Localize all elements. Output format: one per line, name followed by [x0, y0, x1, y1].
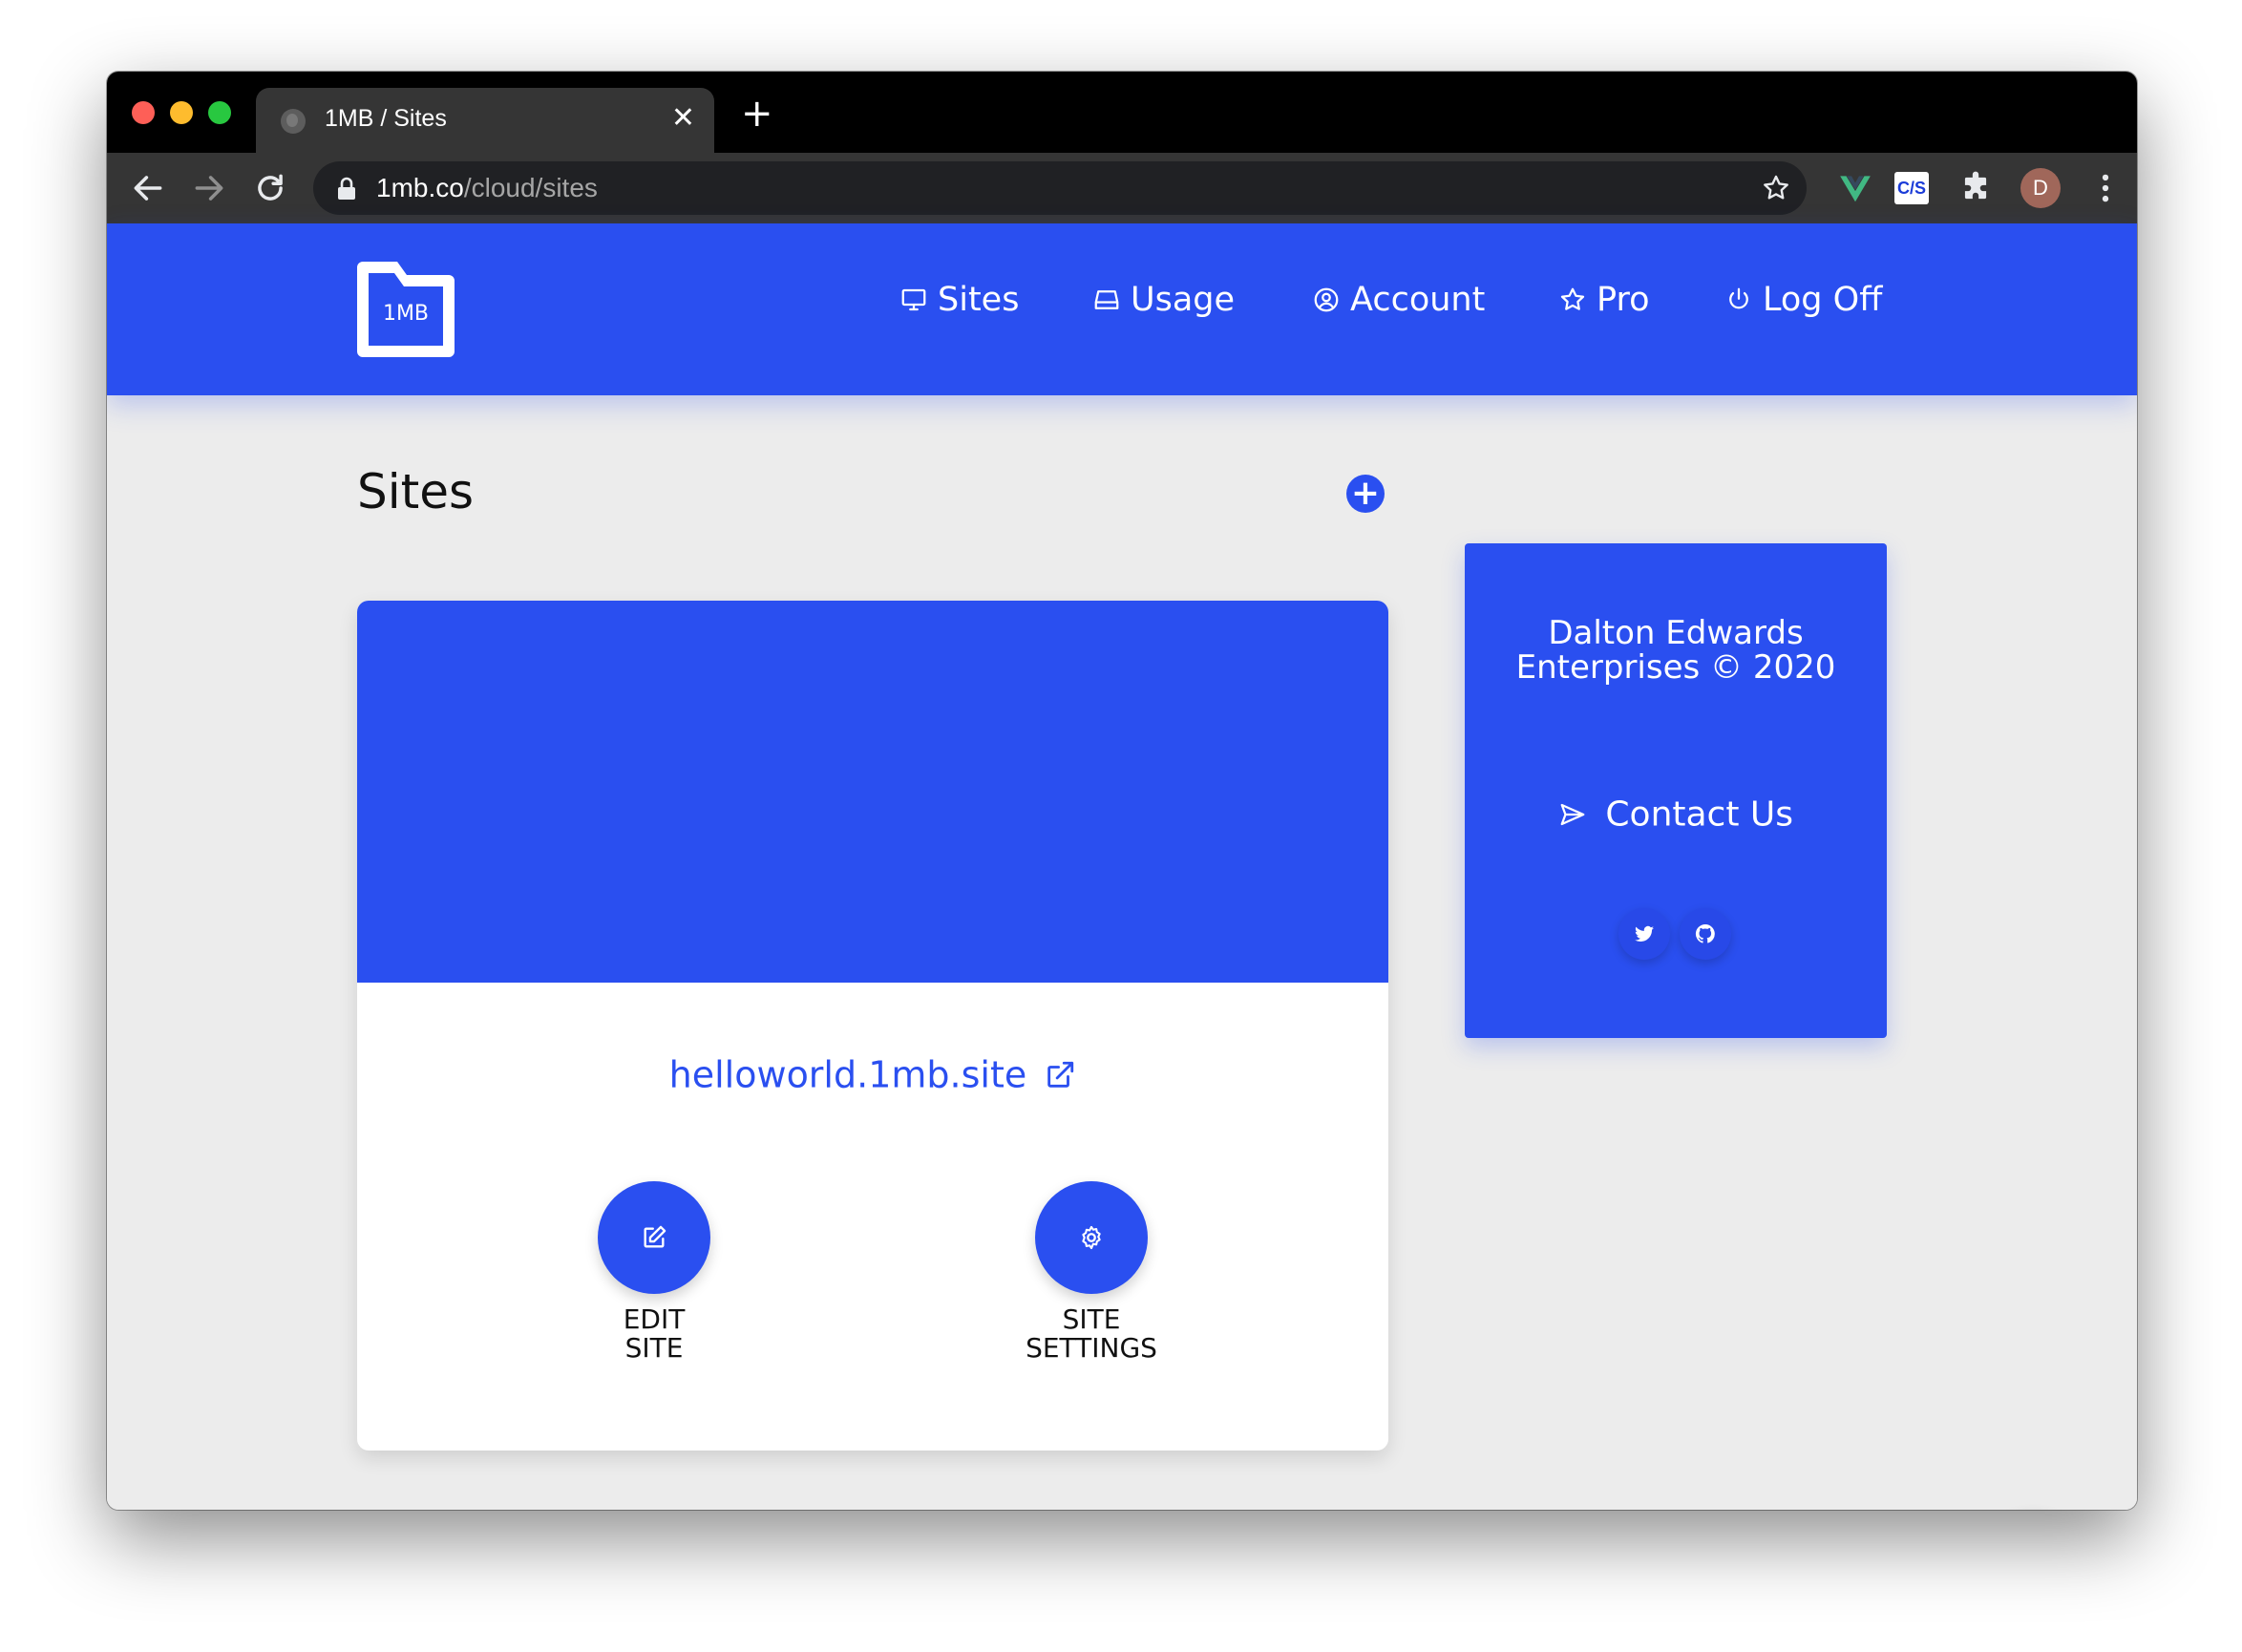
arrow-right-icon — [195, 176, 223, 201]
globe-icon — [281, 109, 306, 134]
nav-usage-label: Usage — [1131, 281, 1236, 319]
send-icon — [1560, 803, 1585, 826]
edit-site-action: EDIT SITE — [539, 1181, 769, 1363]
contact-us-link[interactable]: Contact Us — [1465, 794, 1887, 835]
profile-avatar[interactable]: D — [2020, 168, 2061, 208]
page-title: Sites — [357, 464, 475, 519]
bookmark-star-icon[interactable] — [1761, 173, 1791, 203]
forward-button[interactable] — [191, 170, 227, 206]
app-logo[interactable]: 1MB — [357, 262, 455, 357]
site-domain: helloworld.1mb.site — [668, 1053, 1027, 1096]
puzzle-extensions-icon[interactable] — [1957, 170, 1994, 206]
star-icon — [1560, 287, 1585, 310]
nav-log-off-label: Log Off — [1763, 281, 1883, 319]
logo-text: 1MB — [382, 302, 430, 326]
tab-close-button[interactable]: ✕ — [671, 101, 695, 136]
tab-title: 1MB / Sites — [325, 105, 447, 132]
browser-window: 1MB / Sites ✕ + 1mb.co/cloud/sites C/S D… — [107, 72, 2137, 1510]
twitter-icon — [1635, 925, 1654, 942]
url-text: 1mb.co/cloud/sites — [376, 173, 598, 203]
power-icon — [1729, 287, 1748, 309]
edit-site-label: EDIT SITE — [623, 1303, 686, 1364]
nav-account[interactable]: Account — [1312, 281, 1485, 319]
hard-drive-icon — [1094, 290, 1119, 309]
site-settings-action: SITE SETTINGS — [977, 1181, 1206, 1363]
edit-icon — [644, 1225, 666, 1248]
url-path: /cloud/sites — [463, 173, 598, 202]
user-circle-icon — [1314, 287, 1339, 312]
nav-account-label: Account — [1350, 281, 1486, 319]
browser-toolbar: 1mb.co/cloud/sites C/S D — [107, 153, 2137, 223]
nav-log-off[interactable]: Log Off — [1724, 281, 1882, 319]
app-navbar: 1MB Sites Usage Account Pro Log Off — [107, 223, 2137, 395]
reload-button[interactable] — [252, 170, 288, 206]
minimize-window-button[interactable] — [170, 101, 193, 124]
contact-us-label: Contact Us — [1605, 794, 1794, 835]
nav-sites-label: Sites — [938, 281, 1020, 319]
nav-sites[interactable]: Sites — [899, 281, 1019, 319]
arrow-left-icon — [134, 176, 162, 201]
gear-icon — [1082, 1225, 1101, 1250]
site-link[interactable]: helloworld.1mb.site — [357, 1051, 1388, 1096]
cjs-label: C/S — [1896, 179, 1926, 198]
nav-pro-label: Pro — [1597, 281, 1650, 319]
tab-strip: 1MB / Sites ✕ + — [107, 72, 2137, 153]
sidebar-card: Dalton Edwards Enterprises © 2020 Contac… — [1465, 543, 1887, 1038]
vue-devtools-icon[interactable] — [1837, 170, 1873, 206]
twitter-link[interactable] — [1618, 908, 1670, 960]
site-preview-banner — [357, 601, 1388, 983]
site-settings-button[interactable] — [1035, 1181, 1148, 1294]
url-host: 1mb.co — [376, 173, 464, 202]
new-tab-button[interactable]: + — [741, 95, 773, 133]
edit-site-button[interactable] — [598, 1181, 710, 1294]
close-window-button[interactable] — [132, 101, 155, 124]
maximize-window-button[interactable] — [208, 101, 231, 124]
site-settings-label: SITE SETTINGS — [1026, 1303, 1157, 1364]
address-bar[interactable]: 1mb.co/cloud/sites — [313, 161, 1807, 215]
browser-tab[interactable]: 1MB / Sites ✕ — [256, 88, 714, 153]
reload-icon — [258, 174, 283, 201]
page-content: 1MB Sites Usage Account Pro Log Off Site… — [107, 223, 2137, 1510]
kebab-menu-icon[interactable] — [2087, 170, 2124, 206]
external-link-icon — [1047, 1061, 1074, 1088]
github-link[interactable] — [1680, 908, 1731, 960]
company-copyright: Dalton Edwards Enterprises © 2020 — [1515, 614, 1836, 687]
github-icon — [1695, 923, 1715, 943]
add-site-button[interactable]: + — [1346, 475, 1385, 513]
back-button[interactable] — [130, 170, 166, 206]
nav-pro[interactable]: Pro — [1558, 281, 1650, 319]
lock-icon — [338, 177, 355, 200]
css-js-extension-icon[interactable]: C/S — [1894, 172, 1929, 204]
monitor-icon — [901, 288, 926, 311]
site-card: helloworld.1mb.site EDIT SITE SITE SETTI… — [357, 601, 1388, 1451]
nav-usage[interactable]: Usage — [1092, 281, 1235, 319]
